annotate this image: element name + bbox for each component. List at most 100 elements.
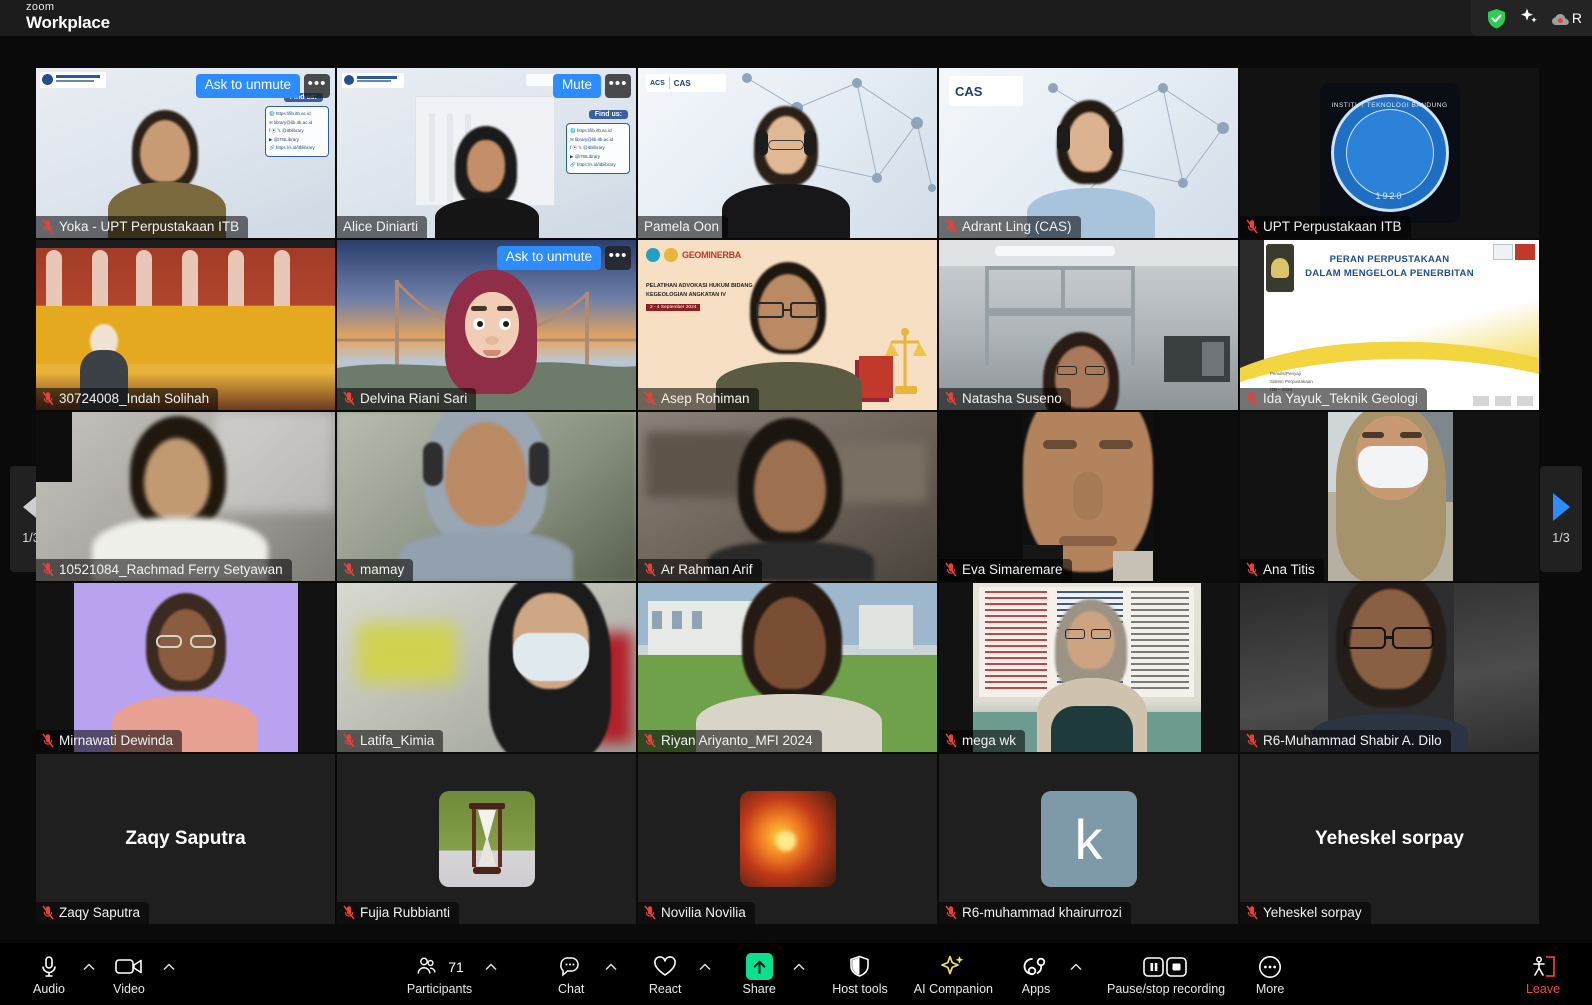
- participant-name: Zaqy Saputra: [59, 905, 141, 920]
- participant-tile[interactable]: Zaqy Saputra Zaqy Saputra: [36, 754, 335, 924]
- ellipsis-icon: [1258, 955, 1282, 979]
- participant-tile[interactable]: GEOMINERBA PELATIHAN ADVOKASI HUKUM BIDA…: [638, 240, 937, 410]
- muted-mic-icon: [945, 391, 957, 406]
- video-feed: [939, 412, 1238, 581]
- video-button[interactable]: Video: [102, 953, 156, 996]
- host-tools-button[interactable]: Host tools: [826, 953, 894, 996]
- participants-button[interactable]: 71 Participants: [401, 953, 478, 996]
- participant-name: Fujia Rubbianti: [360, 905, 451, 920]
- video-feed: [1240, 583, 1539, 752]
- participant-nameplate: Adrant Ling (CAS): [939, 216, 1081, 238]
- muted-mic-icon: [945, 733, 957, 748]
- audio-button[interactable]: Audio: [22, 953, 76, 996]
- mute-button[interactable]: Mute: [552, 74, 601, 98]
- ai-companion-label: AI Companion: [913, 981, 993, 996]
- slide-date: 2 - 4 September 2024: [646, 304, 701, 311]
- share-button[interactable]: Share: [732, 953, 786, 996]
- participant-nameplate: Natasha Suseno: [939, 388, 1071, 410]
- participants-count: 71: [448, 958, 464, 975]
- video-options-chevron-icon[interactable]: [156, 963, 182, 971]
- participant-tile[interactable]: Find us: 🌐 https://lib.itb.ac.id ✉ librar…: [337, 68, 636, 238]
- participant-tile[interactable]: CAS Adrant Ling (CAS): [939, 68, 1238, 238]
- participant-tile[interactable]: Ana Titis: [1240, 412, 1539, 581]
- muted-mic-icon: [1246, 219, 1258, 234]
- participant-tile[interactable]: Fujia Rubbianti: [337, 754, 636, 924]
- next-page-button[interactable]: 1/3: [1540, 466, 1582, 572]
- participant-name: Eva Simaremare: [962, 562, 1063, 577]
- profile-photo-flower: [739, 791, 836, 887]
- participant-nameplate: UPT Perpustakaan ITB: [1240, 216, 1411, 238]
- participant-tile[interactable]: k R6-muhammad khairurrozi: [939, 754, 1238, 924]
- video-feed: [36, 412, 335, 581]
- participant-tile[interactable]: 30724008_Indah Solihah: [36, 240, 335, 410]
- participant-tile[interactable]: Find us: 🌐 https://lib.itb.ac.id ✉ librar…: [36, 68, 335, 238]
- audio-label: Audio: [33, 981, 65, 996]
- participant-tile[interactable]: mega wk: [939, 583, 1238, 752]
- participant-name: mamay: [360, 562, 405, 577]
- gallery-row: Mirnawati Dewinda Latifa_Kimia Riyan Ari…: [36, 583, 1544, 752]
- participant-name: Mirnawati Dewinda: [59, 733, 174, 748]
- participant-nameplate: Novilia Novilia: [638, 902, 755, 924]
- ai-companion-button[interactable]: AI Companion: [908, 953, 999, 996]
- muted-mic-icon: [343, 391, 355, 406]
- muted-mic-icon: [42, 219, 54, 234]
- ai-companion-sparkle-icon[interactable]: [1520, 8, 1538, 29]
- more-label: More: [1255, 981, 1285, 996]
- share-arrow-up-icon: [745, 953, 773, 980]
- participant-tile[interactable]: ACS CAS Pamela Oon: [638, 68, 937, 238]
- leave-button[interactable]: Leave: [1516, 953, 1570, 996]
- tile-hover-controls[interactable]: Ask to unmute •••: [195, 74, 330, 98]
- recording-label: R: [1571, 10, 1582, 26]
- apps-options-chevron-icon[interactable]: [1063, 963, 1089, 971]
- participant-tile[interactable]: R6-Muhammad Shabir A. Dilo: [1240, 583, 1539, 752]
- participant-nameplate: 30724008_Indah Solihah: [36, 388, 219, 410]
- participant-name: Delvina Riani Sari: [360, 391, 468, 406]
- tile-more-options-button[interactable]: •••: [605, 246, 631, 270]
- ask-to-unmute-button[interactable]: Ask to unmute: [195, 74, 300, 98]
- participant-tile[interactable]: Natasha Suseno: [939, 240, 1238, 410]
- participant-tile[interactable]: INSTITUT TEKNOLOGI BANDUNG 1920 UPT Perp…: [1240, 68, 1539, 238]
- participant-tile[interactable]: Eva Simaremare: [939, 412, 1238, 581]
- app-brand: zoom Workplace: [26, 2, 110, 32]
- tile-hover-controls[interactable]: Mute •••: [552, 74, 631, 98]
- chat-button[interactable]: Chat: [544, 953, 598, 996]
- participant-tile[interactable]: 10521084_Rachmad Ferry Setyawan: [36, 412, 335, 581]
- participant-tile[interactable]: Mirnawati Dewinda: [36, 583, 335, 752]
- participant-nameplate: Ida Yayuk_Teknik Geologi: [1240, 388, 1427, 410]
- title-bar: zoom Workplace R: [0, 0, 1592, 36]
- muted-mic-icon: [343, 733, 355, 748]
- muted-mic-icon: [644, 905, 656, 920]
- react-button[interactable]: React: [638, 953, 692, 996]
- muted-mic-icon: [644, 733, 656, 748]
- recording-indicator[interactable]: R: [1551, 10, 1582, 26]
- participant-tile[interactable]: Riyan Ariyanto_MFI 2024: [638, 583, 937, 752]
- react-options-chevron-icon[interactable]: [692, 963, 718, 971]
- encryption-shield-icon[interactable]: [1487, 8, 1506, 29]
- audio-options-chevron-icon[interactable]: [76, 963, 102, 971]
- participant-name: R6-Muhammad Shabir A. Dilo: [1263, 733, 1442, 748]
- participant-tile[interactable]: PERAN PERPUSTAKAAN DALAM MENGELOLA PENERB…: [1240, 240, 1539, 410]
- share-label: Share: [742, 981, 776, 996]
- participant-tile[interactable]: Novilia Novilia: [638, 754, 937, 924]
- pause-stop-recording-button[interactable]: Pause/stop recording: [1101, 953, 1231, 996]
- share-options-chevron-icon[interactable]: [786, 963, 812, 971]
- ask-to-unmute-button[interactable]: Ask to unmute: [496, 246, 601, 270]
- tile-more-options-button[interactable]: •••: [304, 74, 330, 98]
- pause-stop-recording-label: Pause/stop recording: [1107, 981, 1226, 996]
- participant-tile[interactable]: Yeheskel sorpay Yeheskel sorpay: [1240, 754, 1539, 924]
- shield-icon: [849, 955, 870, 979]
- participant-tile[interactable]: Ar Rahman Arif: [638, 412, 937, 581]
- tile-hover-controls[interactable]: Ask to unmute •••: [496, 246, 631, 270]
- participant-display-name: Yeheskel sorpay: [1315, 828, 1464, 849]
- muted-mic-icon: [644, 562, 656, 577]
- participant-tile[interactable]: mamay: [337, 412, 636, 581]
- tile-more-options-button[interactable]: •••: [605, 74, 631, 98]
- apps-button[interactable]: Apps: [1009, 953, 1063, 996]
- participant-name: 10521084_Rachmad Ferry Setyawan: [59, 562, 283, 577]
- more-button[interactable]: More: [1243, 953, 1297, 996]
- participants-options-chevron-icon[interactable]: [478, 963, 504, 971]
- participant-tile[interactable]: Latifa_Kimia: [337, 583, 636, 752]
- chat-options-chevron-icon[interactable]: [598, 963, 624, 971]
- title-bar-status-group: R: [1470, 0, 1592, 36]
- participant-tile[interactable]: Ask to unmute ••• Delvina Riani Sari: [337, 240, 636, 410]
